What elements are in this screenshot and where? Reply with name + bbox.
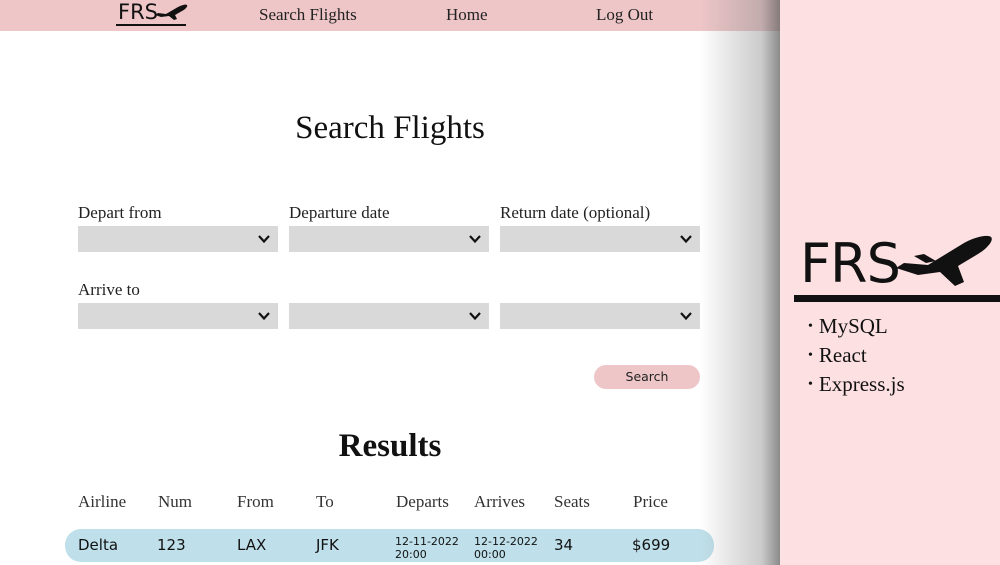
table-row[interactable]: Delta 123 LAX JFK 12-11-2022 20:00 12-12…: [65, 529, 714, 562]
page-title: Search Flights: [295, 110, 485, 146]
frs-logo: FRS: [794, 232, 1000, 307]
nav-bar: FRS Search Flights Home Log Out: [0, 0, 780, 31]
tech-item-label: MySQL: [818, 314, 888, 338]
side-panel: FRS • MySQL • React • Express.js: [780, 0, 1000, 565]
column-header-from: From: [237, 492, 274, 511]
cell-from: LAX: [237, 536, 267, 554]
column-header-num: Num: [158, 492, 192, 511]
logo-underline: [794, 295, 1000, 302]
nav-home-link[interactable]: Home: [446, 5, 488, 25]
cell-departs-time: 20:00: [395, 548, 427, 561]
results-title: Results: [338, 428, 442, 464]
chevron-down-icon: [469, 235, 481, 244]
cell-arrives: 12-12-2022 00:00: [474, 535, 538, 561]
arrive-date-select[interactable]: [289, 303, 489, 329]
chevron-down-icon: [469, 312, 481, 321]
airplane-icon: [155, 4, 188, 20]
cell-departs: 12-11-2022 20:00: [395, 535, 459, 561]
cell-num: 123: [157, 536, 186, 554]
depart-from-select[interactable]: [78, 226, 278, 252]
logo-underline: [116, 24, 186, 26]
column-header-arrives: Arrives: [474, 492, 525, 511]
chevron-down-icon: [680, 312, 692, 321]
tech-item-label: Express.js: [818, 372, 905, 396]
cell-seats: 34: [554, 536, 574, 554]
list-item: • React: [808, 341, 905, 370]
chevron-down-icon: [258, 312, 270, 321]
cell-arrives-date: 12-12-2022: [474, 535, 538, 548]
column-header-price: Price: [633, 492, 668, 511]
cell-to: JFK: [316, 536, 339, 554]
nav-search-flights-link[interactable]: Search Flights: [259, 5, 357, 25]
cell-departs-date: 12-11-2022: [395, 535, 459, 548]
column-header-to: To: [316, 492, 334, 511]
bullet-icon: •: [808, 319, 813, 334]
tech-stack-list: • MySQL • React • Express.js: [808, 312, 905, 399]
search-button[interactable]: Search: [594, 365, 700, 389]
cell-price: $699: [632, 536, 671, 554]
nav-log-out-link[interactable]: Log Out: [596, 5, 653, 25]
return-date-label: Return date (optional): [500, 203, 651, 222]
arrive-extra-select[interactable]: [500, 303, 700, 329]
depart-from-label: Depart from: [78, 203, 162, 222]
column-header-seats: Seats: [554, 492, 590, 511]
departure-date-select[interactable]: [289, 226, 489, 252]
list-item: • Express.js: [808, 370, 905, 399]
bullet-icon: •: [808, 377, 813, 392]
chevron-down-icon: [258, 235, 270, 244]
panel-shadow: [700, 0, 780, 565]
side-logo-text: FRS: [800, 232, 901, 295]
airplane-icon: [896, 235, 992, 286]
cell-arrives-time: 00:00: [474, 548, 506, 561]
return-date-select[interactable]: [500, 226, 700, 252]
nav-logo[interactable]: FRS: [116, 0, 188, 27]
cell-airline: Delta: [78, 536, 119, 554]
app-window: FRS Search Flights Home Log Out Search F…: [0, 0, 780, 565]
chevron-down-icon: [680, 235, 692, 244]
nav-logo-text: FRS: [118, 0, 159, 24]
departure-date-label: Departure date: [289, 203, 390, 222]
column-header-departs: Departs: [396, 492, 449, 511]
list-item: • MySQL: [808, 312, 905, 341]
bullet-icon: •: [808, 348, 813, 363]
arrive-to-label: Arrive to: [78, 280, 140, 299]
tech-item-label: React: [818, 343, 867, 367]
column-header-airline: Airline: [78, 492, 127, 511]
arrive-to-select[interactable]: [78, 303, 278, 329]
